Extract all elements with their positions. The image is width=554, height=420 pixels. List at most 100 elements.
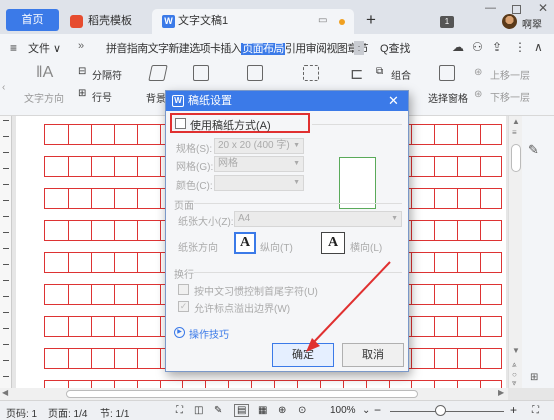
pen-icon[interactable]: ✎	[214, 405, 222, 416]
menu-scroll-button[interactable]: :	[354, 41, 364, 55]
grid-view-icon[interactable]: ⊞	[530, 372, 538, 383]
reading-mode-icon[interactable]: ◫	[194, 405, 203, 416]
portrait-label[interactable]: 纵向(T)	[260, 239, 293, 254]
landscape-icon[interactable]: A	[321, 232, 345, 254]
text-direction-button[interactable]: 文字方向	[24, 90, 64, 105]
close-window-icon[interactable]: ✕	[538, 1, 548, 15]
unsaved-dot-icon	[339, 19, 345, 25]
menu-tabs[interactable]: 拼音指南文字新建选项卡插入页面布局引用审阅视图章节	[106, 40, 369, 56]
window-count-badge[interactable]: 1	[440, 16, 454, 28]
dialog-title-bar[interactable]: W 稿纸设置 ✕	[166, 91, 408, 111]
paper-size-select[interactable]: A4 ▼	[234, 211, 402, 227]
menu-more[interactable]: »	[78, 40, 84, 52]
scroll-right-icon[interactable]: ▶	[498, 388, 504, 397]
prev-page-icon[interactable]: ⩓	[512, 360, 517, 370]
grid-cell-line	[159, 381, 161, 388]
menu-tabs-before[interactable]: 拼音指南文字新建选项卡插入	[106, 43, 242, 55]
vertical-scrollbar[interactable]: ▲ ≡ ▼ ⩓ ○ ⩔	[508, 116, 522, 388]
scroll-down-icon[interactable]: ▼	[512, 346, 520, 355]
zoom-slider-thumb[interactable]	[435, 405, 446, 416]
tab-templates[interactable]: 稻壳模板	[66, 9, 148, 34]
username[interactable]: 啊翠	[522, 16, 542, 31]
add-tab-button[interactable]: +	[366, 9, 376, 31]
ok-button[interactable]: 确定	[272, 343, 334, 367]
tab-page-layout[interactable]: 页面布局	[241, 43, 285, 55]
collapse-ribbon-icon[interactable]: ∧	[534, 40, 543, 54]
punct-control-label[interactable]: 按中文习惯控制首尾字符(U)	[194, 283, 318, 298]
monitor-icon[interactable]: ▭	[318, 9, 327, 33]
move-up-button[interactable]: 上移一层	[490, 67, 530, 82]
paper-size-label: 纸张大小(Z):	[178, 217, 234, 228]
line-number-button[interactable]: 行号	[92, 89, 112, 104]
maximize-icon[interactable]	[512, 5, 521, 14]
zoom-level[interactable]: 100%	[330, 405, 356, 416]
tips-link[interactable]: 操作技巧	[189, 326, 229, 341]
tab-home[interactable]: 首页	[6, 9, 59, 31]
menu-file[interactable]: 文件 ∨	[28, 40, 61, 56]
share-icon[interactable]: ⇪	[492, 40, 502, 54]
web-view-icon[interactable]: ⊕	[278, 405, 286, 416]
landscape-label[interactable]: 横向(L)	[350, 239, 382, 254]
grid-cell-line	[159, 349, 161, 368]
horizontal-scroll-thumb[interactable]	[66, 390, 418, 398]
tab-document[interactable]: W 文字文稿1 ▭	[152, 9, 354, 34]
grid-cell-line	[113, 125, 115, 144]
eye-protect-icon[interactable]: ⊙	[298, 405, 306, 416]
page-count[interactable]: 页面: 1/4	[48, 405, 87, 420]
punct-control-checkbox[interactable]	[178, 284, 189, 295]
use-grid-label[interactable]: 使用稿纸方式(A)	[190, 117, 271, 133]
fit-window-icon[interactable]: ⛶	[532, 405, 539, 416]
search-button[interactable]: Q查找	[380, 40, 411, 56]
scroll-menu-icon[interactable]: ≡	[512, 128, 517, 137]
vertical-scroll-thumb[interactable]	[511, 144, 521, 172]
zoom-slider-track[interactable]	[390, 411, 504, 412]
color-select[interactable]: ▼	[214, 175, 304, 191]
fullscreen-icon[interactable]: ⛶	[176, 405, 183, 416]
page-view-icon[interactable]: ▤	[234, 404, 250, 417]
color-dropdown-arrow-icon: ▼	[293, 179, 300, 186]
vertical-ruler	[0, 116, 12, 388]
play-icon: ▶	[174, 327, 185, 338]
background-icon	[148, 65, 168, 81]
page-section-label: 页面	[174, 201, 194, 212]
tab-templates-label: 稻壳模板	[88, 15, 132, 27]
grid-cell-line	[434, 253, 436, 272]
avatar[interactable]	[502, 14, 517, 29]
ruler-mark	[3, 296, 9, 297]
section-count[interactable]: 节: 1/1	[100, 405, 129, 420]
hamburger-icon[interactable]: ≡	[10, 41, 17, 55]
separator-button[interactable]: 分隔符	[92, 67, 122, 82]
overflow-label[interactable]: 允许标点溢出边界(W)	[194, 300, 290, 315]
grid-cell-line	[480, 381, 482, 388]
select-pane-icon	[439, 65, 455, 81]
cancel-button[interactable]: 取消	[342, 343, 404, 367]
zoom-menu-icon[interactable]: ⌄	[362, 405, 370, 416]
select-pane-button[interactable]: 选择窗格	[428, 90, 468, 105]
scroll-up-icon[interactable]: ▲	[512, 117, 520, 126]
outline-view-icon[interactable]: ▦	[258, 405, 267, 416]
minimize-icon[interactable]: —	[485, 2, 496, 14]
orientation-label: 纸张方向	[178, 243, 218, 254]
page-number[interactable]: 页码: 1	[6, 405, 37, 420]
move-down-button[interactable]: 下移一层	[490, 89, 530, 104]
cloud-icon[interactable]: ☁	[452, 40, 464, 54]
scroll-left-icon[interactable]: ◀	[2, 388, 8, 397]
grid-select[interactable]: 网格 ▼	[214, 156, 304, 172]
portrait-icon[interactable]: A	[234, 232, 256, 254]
group-button[interactable]: 组合	[391, 67, 411, 82]
edit-pen-icon[interactable]: ✎	[528, 142, 539, 158]
grid-cell-line	[159, 157, 161, 176]
use-grid-checkbox[interactable]	[175, 118, 186, 129]
grid-cell-line	[67, 381, 69, 388]
horizontal-scrollbar[interactable]: ◀ ▶	[0, 388, 508, 400]
spec-select[interactable]: 20 x 20 (400 字) ▼	[214, 138, 304, 154]
ribbon-left-arrow-icon[interactable]: ‹	[2, 82, 5, 93]
next-page-icon[interactable]: ⩔	[512, 378, 517, 388]
more-icon[interactable]: ⋮	[514, 40, 526, 54]
overflow-checkbox[interactable]: ✓	[178, 301, 189, 312]
zoom-in-button[interactable]: +	[510, 403, 517, 417]
dialog-close-icon[interactable]: ✕	[388, 91, 399, 111]
zoom-out-button[interactable]: −	[374, 403, 381, 417]
collaborate-icon[interactable]: ⚇	[472, 40, 483, 54]
background-button[interactable]: 背景	[146, 90, 166, 105]
